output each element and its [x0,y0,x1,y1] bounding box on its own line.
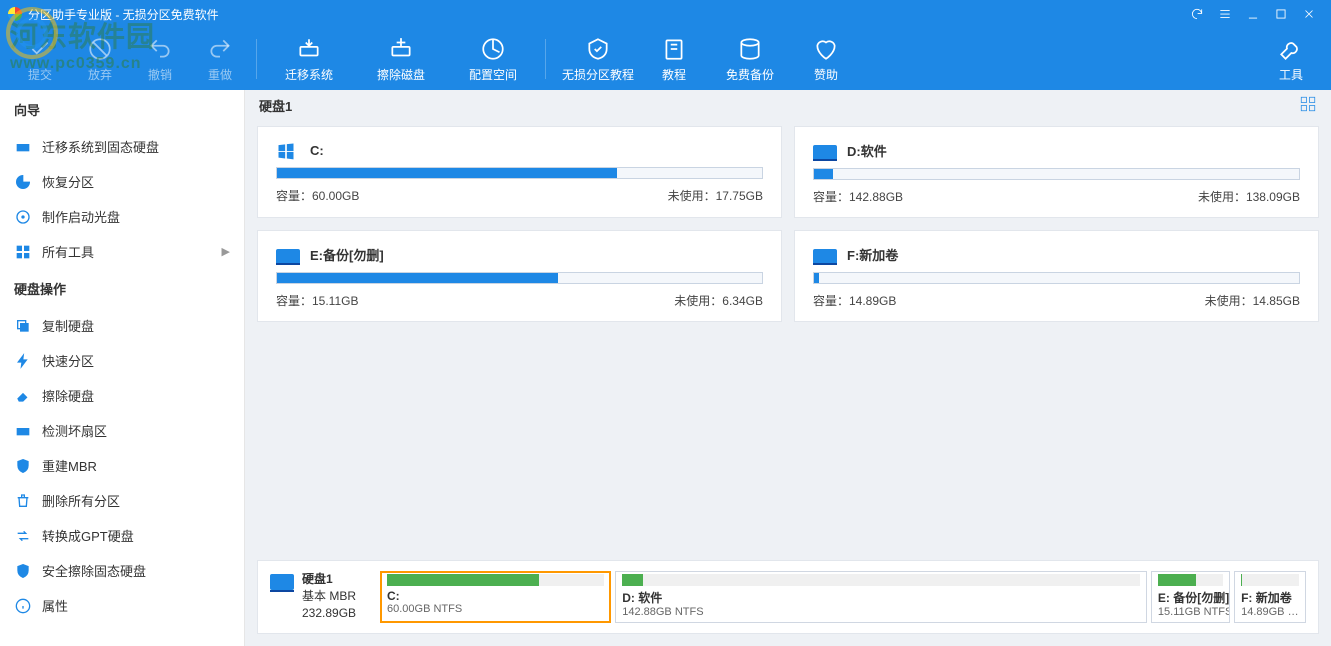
unused-label: 未使用：6.34GB [674,292,763,309]
tools-button[interactable]: 工具 [1261,31,1321,87]
sidebar: 向导 迁移系统到固态硬盘 恢复分区 制作启动光盘 所有工具▶ 硬盘操作 复制硬盘… [0,90,245,646]
pie-icon [14,173,32,191]
grid-icon [14,243,32,261]
view-toggle-button[interactable] [1299,95,1317,116]
segment-size: 14.89GB … [1241,606,1299,618]
segment-name: D: 软件 [622,589,1140,606]
scan-icon [14,422,32,440]
capacity-label: 容量：14.89GB [813,292,896,309]
disk-map-segment[interactable]: D: 软件 142.88GB NTFS [615,571,1147,623]
app-icon [8,7,22,21]
sidebar-item-recover-partition[interactable]: 恢复分区 [0,164,244,199]
partition-name: E:备份[勿删] [310,245,384,264]
partition-card[interactable]: F:新加卷 容量：14.89GB 未使用：14.85GB [794,230,1319,322]
partition-name: C: [310,143,324,158]
sidebar-section-wizard: 向导 [0,90,244,129]
partition-name: D:软件 [847,141,887,160]
disk-icon [270,574,294,590]
disk-map-segment[interactable]: F: 新加卷 14.89GB … [1234,571,1306,623]
secure-erase-icon [14,562,32,580]
copy-icon [14,317,32,335]
free-backup-button[interactable]: 免费备份 [704,31,796,87]
titlebar: 分区助手专业版 - 无损分区免费软件 [0,0,1331,28]
segment-name: E: 备份[勿删] [1158,589,1223,606]
sidebar-item-all-tools[interactable]: 所有工具▶ [0,234,244,269]
segment-name: C: [387,589,604,603]
segment-name: F: 新加卷 [1241,589,1299,606]
usage-bar [276,167,763,179]
segment-size: 142.88GB NTFS [622,606,1140,618]
sidebar-item-migrate-ssd[interactable]: 迁移系统到固态硬盘 [0,129,244,164]
partition-card[interactable]: E:备份[勿删] 容量：15.11GB 未使用：6.34GB [257,230,782,322]
partition-name: F:新加卷 [847,245,898,264]
lightning-icon [14,352,32,370]
submit-button[interactable]: 提交 [10,31,70,87]
window-title: 分区助手专业版 - 无损分区免费软件 [28,6,219,23]
maximize-button[interactable] [1267,4,1295,24]
disk-map: 硬盘1 基本 MBR 232.89GB C: 60.00GB NTFS D: 软… [257,560,1319,634]
drive-icon [813,145,837,159]
unused-label: 未使用：138.09GB [1198,188,1300,205]
sidebar-item-clone-disk[interactable]: 复制硬盘 [0,308,244,343]
capacity-label: 容量：142.88GB [813,188,903,205]
sidebar-item-convert-gpt[interactable]: 转换成GPT硬盘 [0,518,244,553]
sidebar-section-disk-ops: 硬盘操作 [0,269,244,308]
close-button[interactable] [1295,4,1323,24]
menu-button[interactable] [1211,4,1239,24]
disk-map-name: 硬盘1 [302,571,356,588]
toolbar: 提交 放弃 撤销 重做 迁移系统 擦除磁盘 配置空间 无损分区教程 教程 免费备… [0,28,1331,90]
refresh-button[interactable] [1183,4,1211,24]
sidebar-item-delete-all[interactable]: 删除所有分区 [0,483,244,518]
usage-bar [276,272,763,284]
trash-icon [14,492,32,510]
disk-map-type: 基本 MBR [302,588,356,605]
sidebar-item-bootable-media[interactable]: 制作启动光盘 [0,199,244,234]
unused-label: 未使用：14.85GB [1205,292,1300,309]
minimize-button[interactable] [1239,4,1267,24]
disk-heading: 硬盘1 [259,96,292,115]
discard-button[interactable]: 放弃 [70,31,130,87]
capacity-label: 容量：15.11GB [276,292,358,309]
wipe-disk-button[interactable]: 擦除磁盘 [355,31,447,87]
sidebar-item-quick-partition[interactable]: 快速分区 [0,343,244,378]
info-icon [14,597,32,615]
partition-card[interactable]: D:软件 容量：142.88GB 未使用：138.09GB [794,126,1319,218]
chevron-right-icon: ▶ [222,245,230,258]
sidebar-item-rebuild-mbr[interactable]: 重建MBR [0,448,244,483]
shield-icon [14,457,32,475]
windows-icon [276,141,300,159]
disk-map-segment[interactable]: E: 备份[勿删] 15.11GB NTFS [1151,571,1230,623]
main-area: 硬盘1 C: 容量：60.00GB 未使用：17.75GB D:软件 容量：14… [245,90,1331,646]
segment-size: 15.11GB NTFS [1158,606,1223,618]
unused-label: 未使用：17.75GB [668,187,763,204]
eraser-icon [14,387,32,405]
sidebar-item-bad-sector[interactable]: 检测坏扇区 [0,413,244,448]
usage-bar [813,168,1300,180]
migrate-os-button[interactable]: 迁移系统 [263,31,355,87]
disc-icon [14,208,32,226]
partition-card[interactable]: C: 容量：60.00GB 未使用：17.75GB [257,126,782,218]
usage-bar [813,272,1300,284]
sidebar-item-properties[interactable]: 属性 [0,588,244,623]
tutorial-button[interactable]: 教程 [644,31,704,87]
capacity-label: 容量：60.00GB [276,187,359,204]
drive-icon [813,249,837,263]
ssd-icon [14,138,32,156]
segment-size: 60.00GB NTFS [387,603,604,615]
disk-map-total: 232.89GB [302,605,356,622]
disk-map-segment[interactable]: C: 60.00GB NTFS [380,571,611,623]
redo-button[interactable]: 重做 [190,31,250,87]
donate-button[interactable]: 赞助 [796,31,856,87]
convert-icon [14,527,32,545]
sidebar-item-wipe-disk[interactable]: 擦除硬盘 [0,378,244,413]
drive-icon [276,249,300,263]
allocate-space-button[interactable]: 配置空间 [447,31,539,87]
lossless-tutorial-button[interactable]: 无损分区教程 [552,31,644,87]
sidebar-item-secure-erase-ssd[interactable]: 安全擦除固态硬盘 [0,553,244,588]
undo-button[interactable]: 撤销 [130,31,190,87]
disk-map-info: 硬盘1 基本 MBR 232.89GB [270,571,370,623]
